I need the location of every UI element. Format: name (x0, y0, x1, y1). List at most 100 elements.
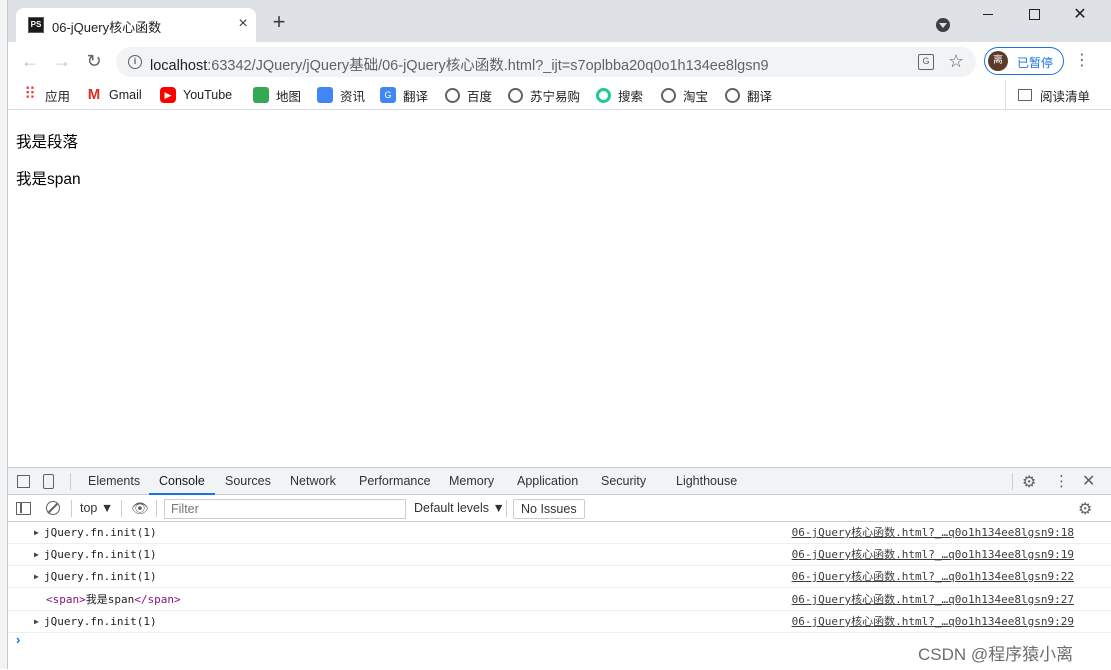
console-sidebar-icon[interactable] (16, 502, 31, 515)
log-source-link[interactable]: 06-jQuery核心函数.html?_…q0o1h134ee8lgsn9:19 (792, 544, 1074, 566)
expand-triangle-icon[interactable]: ▶ (34, 566, 39, 588)
bookmark-baidu[interactable]: 百度 (445, 85, 492, 105)
bookmark-translate-2[interactable]: 翻译 (725, 85, 772, 105)
tab-memory[interactable]: Memory (449, 468, 494, 495)
console-log-row[interactable]: ▶ jQuery.fn.init(1) 06-jQuery核心函数.html?_… (8, 611, 1111, 633)
bookmark-youtube[interactable]: ▶ YouTube (160, 85, 232, 105)
console-settings-icon[interactable]: ⚙ (1078, 499, 1092, 519)
address-toolbar: ← → ↻ i localhost:63342/JQuery/jQuery基础/… (8, 42, 1111, 80)
maps-icon (253, 87, 269, 103)
bookmark-search[interactable]: 搜索 (596, 85, 643, 105)
back-button[interactable]: ← (18, 50, 42, 74)
url-host: localhost (150, 58, 208, 74)
tab-application[interactable]: Application (517, 468, 578, 495)
bookmark-label: 翻译 (403, 89, 429, 104)
log-message: jQuery.fn.init(1) (44, 570, 157, 583)
bookmark-label: 苏宁易购 (530, 89, 581, 104)
log-source-link[interactable]: 06-jQuery核心函数.html?_…q0o1h134ee8lgsn9:29 (792, 611, 1074, 633)
console-filter-input[interactable] (164, 499, 406, 519)
device-toolbar-icon[interactable] (43, 474, 54, 489)
tab-search-icon[interactable] (936, 18, 950, 32)
bookmark-news[interactable]: 资讯 (317, 85, 365, 105)
html-open-tag: <span> (46, 593, 86, 606)
news-icon (317, 87, 333, 103)
divider (156, 500, 157, 517)
tab-elements[interactable]: Elements (88, 468, 140, 495)
reading-list-button[interactable]: 阅读清单 (1005, 80, 1090, 110)
tab-network[interactable]: Network (290, 468, 336, 495)
devtools-settings-icon[interactable]: ⚙ (1022, 472, 1036, 492)
console-log-row[interactable]: ▶ jQuery.fn.init(1) 06-jQuery核心函数.html?_… (8, 566, 1111, 588)
expand-triangle-icon[interactable]: ▶ (34, 611, 39, 633)
log-message: jQuery.fn.init(1) (44, 526, 157, 539)
bookmark-suning[interactable]: 苏宁易购 (508, 85, 580, 105)
expand-triangle-icon[interactable]: ▶ (34, 522, 39, 544)
site-info-icon[interactable]: i (128, 55, 142, 69)
issues-button[interactable]: No Issues (513, 499, 585, 519)
profile-status: 已暂停 (1017, 56, 1054, 70)
url-text[interactable]: localhost:63342/JQuery/jQuery基础/06-jQuer… (150, 54, 769, 75)
log-source-link[interactable]: 06-jQuery核心函数.html?_…q0o1h134ee8lgsn9:27 (792, 589, 1074, 611)
bookmark-gmail[interactable]: M Gmail (86, 85, 142, 105)
clear-console-icon[interactable] (46, 501, 60, 515)
bookmark-translate[interactable]: G 翻译 (380, 85, 428, 105)
console-log-row[interactable]: ▶ jQuery.fn.init(1) 06-jQuery核心函数.html?_… (8, 522, 1111, 544)
forward-button[interactable]: → (50, 50, 74, 74)
maximize-button[interactable] (1011, 0, 1057, 30)
bookmark-maps[interactable]: 地图 (253, 85, 301, 105)
console-log-row[interactable]: <span>我是span</span> 06-jQuery核心函数.html?_… (8, 589, 1111, 611)
browser-menu-icon[interactable]: ⋮ (1074, 50, 1090, 72)
browser-window: PS 06-jQuery核心函数 × + ✕ ← → ↻ i localhost… (8, 0, 1111, 669)
translate-page-icon[interactable]: G (918, 54, 934, 70)
bookmark-label: 资讯 (340, 89, 366, 104)
address-bar[interactable]: i localhost:63342/JQuery/jQuery基础/06-jQu… (116, 47, 976, 77)
divider (506, 500, 507, 517)
close-window-button[interactable]: ✕ (1057, 0, 1103, 30)
log-levels-dropdown[interactable]: Default levels ▼ (414, 501, 505, 515)
bookmark-star-icon[interactable]: ☆ (948, 51, 964, 72)
console-log-row[interactable]: ▶ jQuery.fn.init(1) 06-jQuery核心函数.html?_… (8, 544, 1111, 566)
inspect-element-icon[interactable] (17, 475, 30, 488)
divider (121, 500, 122, 517)
desktop-edge (0, 0, 8, 669)
html-close-tag: </span> (134, 593, 181, 606)
bookmark-label: 搜索 (618, 89, 644, 104)
paragraph: 我是段落 (16, 134, 79, 151)
tab-close-icon[interactable]: × (234, 14, 252, 34)
bookmark-apps[interactable]: ⠿ 应用 (22, 85, 70, 105)
search-icon (596, 87, 611, 103)
tab-sources[interactable]: Sources (225, 468, 271, 495)
tab-security[interactable]: Security (601, 468, 646, 495)
globe-icon (661, 87, 676, 103)
live-expression-eye-icon[interactable]: 👁 (131, 500, 149, 517)
devtools-more-icon[interactable]: ⋮ (1054, 472, 1069, 490)
globe-icon (725, 87, 740, 103)
log-message: jQuery.fn.init(1) (44, 548, 157, 561)
console-prompt-icon[interactable]: › (16, 632, 20, 647)
minimize-button[interactable] (965, 0, 1011, 30)
globe-icon (508, 87, 523, 103)
log-element-text: 我是span (85, 593, 135, 606)
webstorm-favicon-icon: PS (28, 17, 44, 33)
log-source-link[interactable]: 06-jQuery核心函数.html?_…q0o1h134ee8lgsn9:22 (792, 566, 1074, 588)
new-tab-button[interactable]: + (268, 11, 290, 34)
expand-triangle-icon[interactable]: ▶ (34, 544, 39, 566)
bookmark-label: Gmail (109, 88, 142, 102)
reload-button[interactable]: ↻ (82, 50, 106, 74)
profile-button[interactable]: 离 已暂停 (984, 47, 1064, 75)
bookmark-taobao[interactable]: 淘宝 (661, 85, 708, 105)
avatar: 离 (988, 51, 1008, 71)
tab-console[interactable]: Console (149, 468, 215, 495)
globe-icon (445, 87, 460, 103)
span-text: 我是span (16, 171, 81, 188)
log-message: jQuery.fn.init(1) (44, 615, 157, 628)
tab-performance[interactable]: Performance (359, 468, 431, 495)
tab-strip: PS 06-jQuery核心函数 × + ✕ (8, 0, 1111, 42)
reading-list-label: 阅读清单 (1040, 89, 1091, 104)
tab-lighthouse[interactable]: Lighthouse (676, 468, 737, 495)
log-source-link[interactable]: 06-jQuery核心函数.html?_…q0o1h134ee8lgsn9:18 (792, 522, 1074, 544)
bookmark-label: YouTube (183, 88, 233, 102)
browser-tab[interactable]: PS 06-jQuery核心函数 × (16, 8, 256, 42)
context-selector[interactable]: top ▼ (80, 501, 113, 515)
devtools-close-icon[interactable]: ✕ (1082, 471, 1095, 491)
